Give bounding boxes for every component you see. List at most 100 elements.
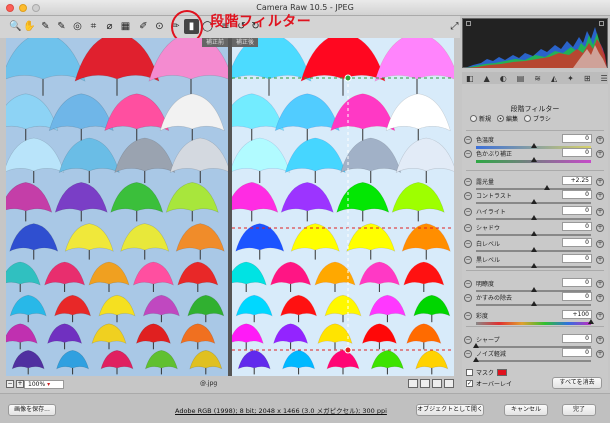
slider-value-input[interactable]: 0	[562, 238, 592, 247]
gradient-pin[interactable]	[344, 346, 352, 354]
decrease-icon[interactable]: −	[464, 178, 472, 186]
increase-icon[interactable]: +	[596, 312, 604, 320]
cancel-button[interactable]: キャンセル	[504, 404, 548, 416]
slider-thumb[interactable]	[473, 357, 479, 362]
shadow-clipping-warning[interactable]	[466, 21, 471, 26]
slider-thumb[interactable]	[530, 247, 537, 252]
open-object-button[interactable]: オブジェクトとして開く	[416, 404, 484, 416]
highlight-clipping-warning[interactable]	[599, 21, 604, 26]
transform-tool-icon[interactable]: ▦	[118, 19, 133, 34]
targeted-adjustment-tool-icon[interactable]: ◎	[70, 19, 85, 34]
panel-tab-icon[interactable]: ▤	[517, 74, 525, 83]
slider-thumb[interactable]	[530, 231, 537, 236]
slider-track[interactable]	[476, 322, 591, 325]
increase-icon[interactable]: +	[596, 192, 604, 200]
decrease-icon[interactable]: −	[464, 280, 472, 288]
slider-value-input[interactable]: +100	[562, 310, 592, 319]
color-sampler-tool-icon[interactable]: ✎	[54, 19, 69, 34]
panel-tab-icon[interactable]: ◭	[551, 74, 557, 83]
slider-thumb[interactable]	[530, 215, 537, 220]
filter-mode-group: 新規 編集 ブラシ	[470, 114, 551, 123]
mode-radio[interactable]	[470, 115, 477, 122]
panel-tab-icon[interactable]: ◧	[466, 74, 474, 83]
decrease-icon[interactable]: −	[464, 256, 472, 264]
save-image-button[interactable]: 画像を保存...	[8, 404, 56, 416]
panel-tab-icon[interactable]: ▲	[484, 74, 490, 83]
toggle-settings-button[interactable]	[444, 379, 454, 388]
slider-value-input[interactable]: 0	[562, 334, 592, 343]
zoom-tool-icon[interactable]: 🔍	[8, 19, 23, 34]
mask-color-swatch[interactable]	[497, 369, 508, 376]
decrease-icon[interactable]: −	[464, 294, 472, 302]
swap-settings-button[interactable]	[420, 379, 430, 388]
decrease-icon[interactable]: −	[464, 136, 472, 144]
increase-icon[interactable]: +	[596, 150, 604, 158]
panel-tab-icon[interactable]: ☰	[601, 74, 608, 83]
panel-tab-icon[interactable]: ≋	[534, 74, 541, 83]
preview-area[interactable]: 補正前 補正後	[6, 38, 454, 376]
decrease-icon[interactable]: −	[464, 240, 472, 248]
increase-icon[interactable]: +	[596, 240, 604, 248]
zoom-level-select[interactable]: 100% ▾	[24, 380, 64, 389]
mode-option[interactable]: ブラシ	[524, 114, 551, 123]
after-preview[interactable]: 補正後	[232, 38, 454, 376]
decrease-icon[interactable]: −	[464, 208, 472, 216]
zoom-in-button[interactable]: +	[16, 380, 24, 388]
before-after-view-button[interactable]	[408, 379, 418, 388]
copy-settings-button[interactable]	[432, 379, 442, 388]
slider-value-input[interactable]: 0	[562, 348, 592, 357]
slider-track[interactable]	[476, 360, 591, 362]
overlay-checkbox[interactable]: ✓	[466, 380, 473, 387]
increase-icon[interactable]: +	[596, 280, 604, 288]
slider-thumb[interactable]	[530, 199, 537, 204]
slider-thumb[interactable]	[530, 301, 537, 306]
slider-value-input[interactable]: 0	[562, 190, 592, 199]
increase-icon[interactable]: +	[596, 136, 604, 144]
panel-tab-icon[interactable]: ⊞	[584, 74, 591, 83]
white-balance-tool-icon[interactable]: ✎	[38, 19, 53, 34]
slider-value-input[interactable]: 0	[562, 206, 592, 215]
fullscreen-icon[interactable]: ⤢	[447, 19, 462, 34]
increase-icon[interactable]: +	[596, 336, 604, 344]
mode-radio[interactable]	[524, 115, 532, 122]
zoom-out-button[interactable]: −	[6, 380, 14, 388]
decrease-icon[interactable]: −	[464, 336, 472, 344]
gradient-pin[interactable]	[344, 74, 352, 82]
straighten-tool-icon[interactable]: ⌀	[102, 19, 117, 34]
mask-checkbox[interactable]	[466, 369, 473, 376]
spot-removal-tool-icon[interactable]: ✐	[136, 19, 151, 34]
panel-tab-icon[interactable]: ◐	[500, 74, 507, 83]
slider-value-input[interactable]: +2.25	[562, 176, 592, 185]
decrease-icon[interactable]: −	[464, 150, 472, 158]
mode-option[interactable]: 編集	[497, 114, 518, 123]
decrease-icon[interactable]: −	[464, 224, 472, 232]
crop-tool-icon[interactable]: ⌗	[86, 19, 101, 34]
clear-all-button[interactable]: すべてを消去	[552, 377, 602, 389]
increase-icon[interactable]: +	[596, 294, 604, 302]
mode-radio[interactable]	[497, 115, 505, 122]
increase-icon[interactable]: +	[596, 224, 604, 232]
decrease-icon[interactable]: −	[464, 312, 472, 320]
decrease-icon[interactable]: −	[464, 350, 472, 358]
increase-icon[interactable]: +	[596, 178, 604, 186]
slider-value-input[interactable]: 0	[562, 292, 592, 301]
slider-thumb[interactable]	[588, 319, 594, 324]
slider-thumb[interactable]	[530, 157, 537, 162]
red-eye-tool-icon[interactable]: ⊙	[152, 19, 167, 34]
slider-thumb[interactable]	[530, 263, 537, 268]
decrease-icon[interactable]: −	[464, 192, 472, 200]
increase-icon[interactable]: +	[596, 256, 604, 264]
hand-tool-icon[interactable]: ✋	[22, 19, 37, 34]
done-button[interactable]: 完了	[562, 404, 596, 416]
before-preview[interactable]: 補正前	[6, 38, 228, 376]
workflow-options-link[interactable]: Adobe RGB (1998); 8 bit; 2048 x 1466 (3.…	[175, 405, 387, 415]
panel-tab-icon[interactable]: ✦	[567, 74, 574, 83]
slider-value-input[interactable]: 0	[562, 278, 592, 287]
increase-icon[interactable]: +	[596, 208, 604, 216]
slider-value-input[interactable]: 0	[562, 134, 592, 143]
slider-value-input[interactable]: 0	[562, 254, 592, 263]
mode-option[interactable]: 新規	[470, 114, 491, 123]
increase-icon[interactable]: +	[596, 350, 604, 358]
slider-value-input[interactable]: 0	[562, 222, 592, 231]
slider-value-input[interactable]: 0	[562, 148, 592, 157]
